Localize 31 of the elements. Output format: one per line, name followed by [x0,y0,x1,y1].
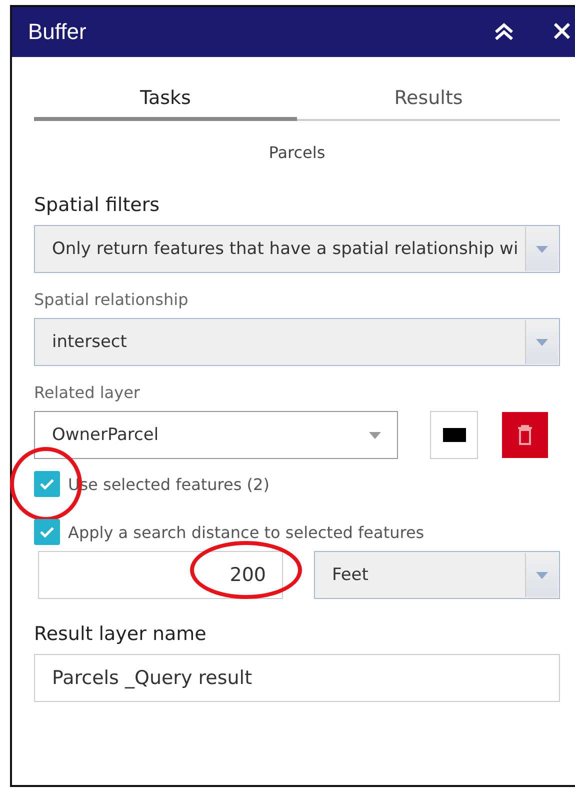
window-title: Buffer [28,19,88,45]
checkbox[interactable] [34,519,60,545]
close-button[interactable] [554,23,570,41]
dropdown-arrow-icon [536,572,548,578]
fill-symbol-icon [442,428,466,442]
dropdown-arrow-icon [536,246,548,252]
field-label: Spatial relationship [34,290,190,309]
trash-icon [517,425,533,445]
delete-button[interactable] [502,412,548,458]
distance-field[interactable]: 200 [38,551,283,599]
dropdown-arrow-icon [369,432,381,438]
checkmark-icon [39,478,55,490]
layer-dropdown[interactable]: OwnerParcel [34,411,398,459]
close-icon [554,23,570,39]
unit-dropdown[interactable]: Feet [314,551,560,599]
field-label: Related layer [34,383,141,402]
tab[interactable]: Results [297,79,560,121]
layer-name: Parcels [268,143,326,162]
section-heading: Spatial filters [34,194,161,216]
checkbox[interactable] [34,471,60,497]
checkbox-label: Apply a search distance to selected features [68,522,424,542]
checkmark-icon [39,526,55,538]
relationship-dropdown[interactable]: intersect [34,318,560,366]
dropdown-arrow-icon [536,338,548,346]
filter-dropdown[interactable]: Only return features that have a spatial relationship wi [34,225,560,273]
section-heading: Result layer name [34,623,208,645]
tab[interactable]: Tasks [34,79,297,121]
collapse-icon [494,23,514,41]
result-name-field[interactable]: Parcels _Query result [34,654,560,702]
symbol-button[interactable] [430,411,478,459]
collapse-button[interactable] [494,23,514,41]
